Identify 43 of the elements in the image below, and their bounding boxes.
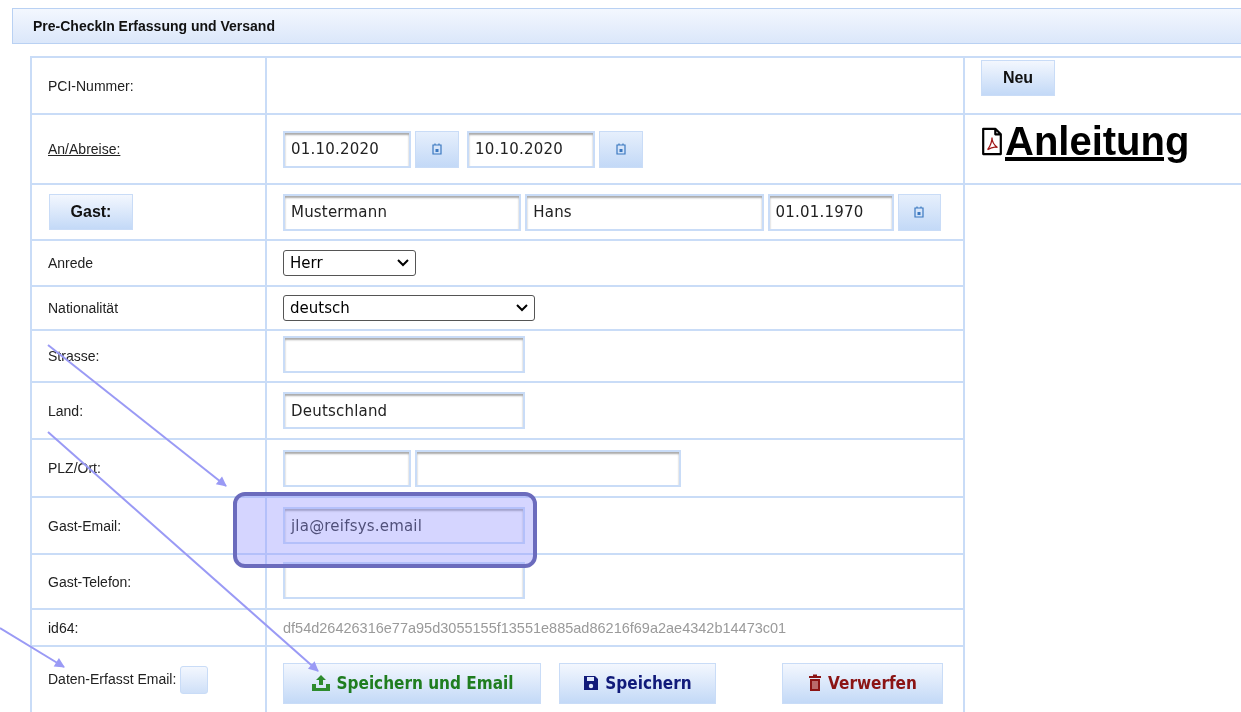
checkbox[interactable] [180, 666, 209, 694]
field-label: id64: [48, 619, 79, 636]
input-field[interactable]: jla@reifsys.email [283, 507, 525, 544]
field-label: Land: [48, 402, 84, 419]
input-field[interactable]: Deutschland [283, 392, 525, 429]
birth-date-field[interactable]: 01.01.1970 [767, 193, 894, 231]
caret-icon [516, 304, 528, 312]
discard-button[interactable]: Verwerfen [782, 662, 943, 704]
calendar-button[interactable] [897, 193, 941, 231]
new-button[interactable]: Neu [981, 60, 1055, 96]
select-dropdown[interactable]: Herr [283, 250, 416, 276]
send-button[interactable]: Speichern und Email [283, 662, 541, 704]
calendar-button[interactable] [599, 130, 643, 168]
input-field[interactable] [283, 336, 525, 373]
field-label: Anrede [48, 255, 94, 271]
save-button[interactable]: Speichern [559, 662, 716, 704]
first-name-field[interactable]: Hans [525, 193, 764, 231]
calendar-icon [432, 143, 442, 155]
upload-icon [310, 674, 331, 692]
field-label: Gast-Telefon: [48, 573, 132, 590]
guest-button[interactable]: Gast: [49, 194, 133, 230]
pdf-file-icon [981, 126, 1003, 157]
input-field[interactable] [283, 561, 525, 599]
field-label: Daten-Erfasst Email: [48, 670, 177, 687]
field-label: Nationalität [48, 300, 119, 316]
dates-link[interactable]: An/Abreise: [48, 141, 121, 157]
calendar-button[interactable] [415, 130, 459, 168]
id-value: df54d26426316e77a95d3055155f13551e885ad86216f69a2ae4342b14473c01 [283, 619, 787, 636]
calendar-icon [616, 143, 626, 155]
departure-date-field[interactable]: 10.10.2020 [467, 130, 595, 168]
panel-title: Pre-CheckIn Erfassung und Versand [33, 18, 275, 34]
field-label: PLZ/Ort: [48, 460, 101, 476]
arrival-date-field[interactable]: 01.10.2020 [283, 130, 411, 168]
field-label: Gast-Email: [48, 517, 122, 534]
trash-icon [808, 674, 823, 692]
last-name-field[interactable]: Mustermann [283, 193, 522, 231]
city-field[interactable] [415, 449, 681, 487]
select-dropdown[interactable]: deutsch [283, 295, 535, 321]
field-label: Strasse: [48, 348, 100, 364]
field-label: PCI-Nummer: [48, 77, 134, 94]
calendar-icon [914, 206, 925, 218]
caret-icon [397, 259, 409, 267]
zip-field[interactable] [283, 449, 411, 487]
